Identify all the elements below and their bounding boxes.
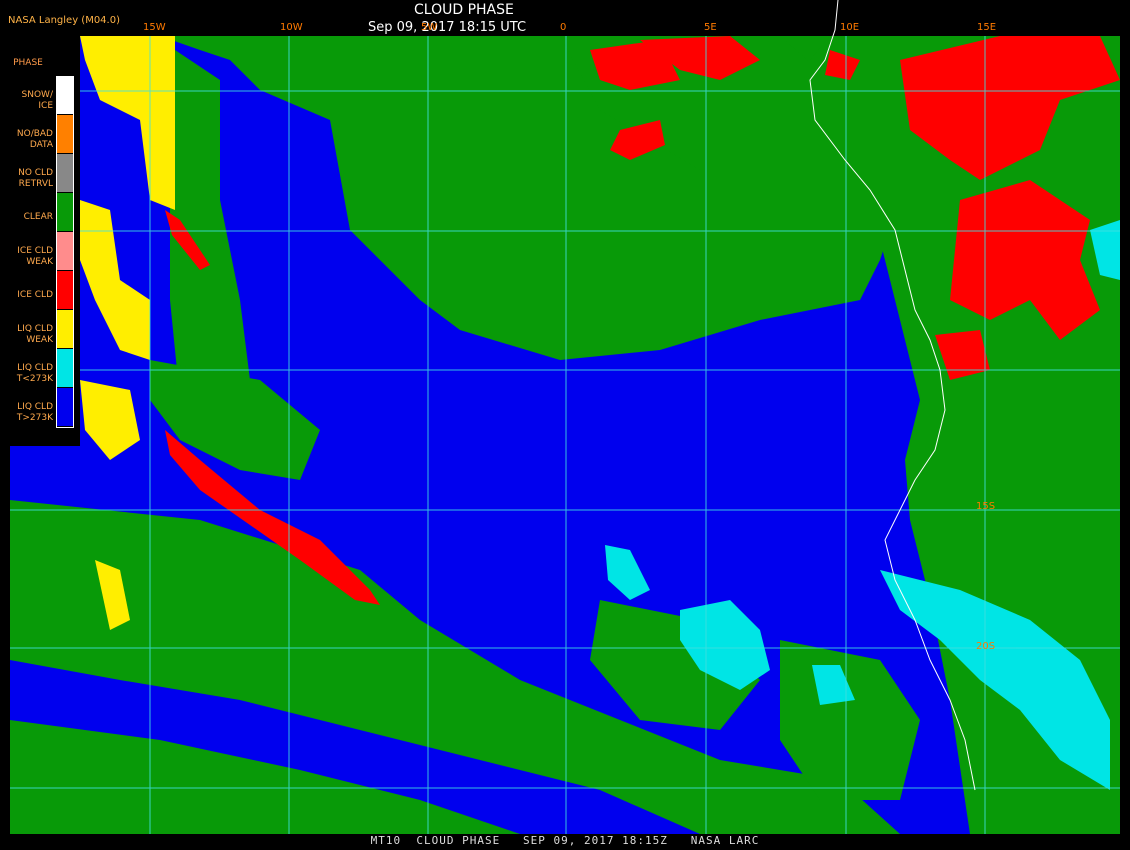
legend-label: LIQ CLD T<273K [16, 363, 53, 384]
legend-label: NO CLD RETRVL [18, 168, 53, 189]
lon-label-5w: 5W [421, 22, 438, 33]
lon-label-0: 0 [560, 22, 567, 33]
lon-label-15e: 15E [977, 22, 997, 33]
map-title: CLOUD PHASE [414, 2, 514, 18]
lon-label-15w: 15W [143, 22, 166, 33]
map-frame: NASA Langley (M04.0) CLOUD PHASE Sep 09,… [0, 0, 1130, 850]
legend-label: CLEAR [23, 212, 53, 222]
phase-legend: PHASE SNOW/ ICE NO/BAD DATA NO CLD RETRV… [0, 36, 80, 446]
legend-title: PHASE [13, 58, 43, 68]
lat-label-20s: 20S [976, 641, 996, 652]
legend-label: ICE CLD WEAK [17, 246, 53, 267]
cloud-phase-map [10, 0, 1120, 834]
legend-label: LIQ CLD WEAK [17, 324, 53, 345]
lon-label-5e: 5E [704, 22, 717, 33]
legend-label: LIQ CLD T>273K [16, 402, 53, 423]
lon-label-10w: 10W [280, 22, 303, 33]
legend-label: NO/BAD DATA [16, 129, 53, 150]
legend-label: SNOW/ ICE [21, 90, 53, 111]
lat-label-15s: 15S [976, 501, 996, 512]
footer-caption: MT10 CLOUD PHASE SEP 09, 2017 18:15Z NAS… [370, 834, 760, 847]
credit-label: NASA Langley (M04.0) [8, 15, 120, 26]
legend-border [56, 76, 74, 428]
map-datetime: Sep 09, 2017 18:15 UTC [368, 20, 527, 35]
legend-label: ICE CLD [17, 290, 53, 300]
lon-label-10e: 10E [840, 22, 860, 33]
